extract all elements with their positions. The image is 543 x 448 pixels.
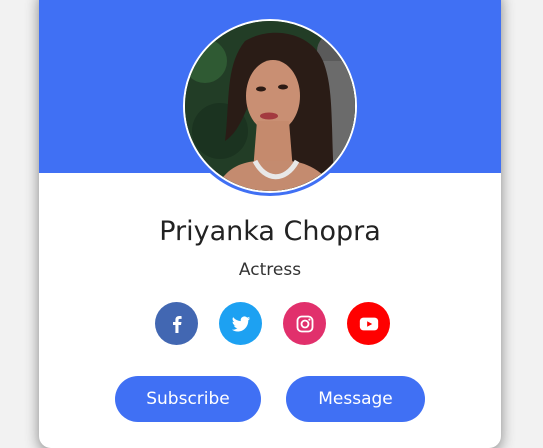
youtube-link[interactable] <box>347 302 390 345</box>
action-buttons: Subscribe Message <box>115 376 425 422</box>
subscribe-button[interactable]: Subscribe <box>115 376 261 422</box>
profile-title: Actress <box>238 260 302 280</box>
instagram-icon <box>296 315 313 332</box>
avatar-photo <box>185 21 355 191</box>
avatar <box>183 19 357 193</box>
profile-card: Priyanka Chopra Actress Subscribe Messag… <box>39 0 501 448</box>
message-button[interactable]: Message <box>286 376 425 422</box>
avatar-ring <box>180 16 360 196</box>
twitter-link[interactable] <box>219 302 262 345</box>
twitter-icon <box>231 315 250 331</box>
social-links <box>155 302 390 345</box>
youtube-icon <box>359 317 378 330</box>
facebook-icon <box>172 315 182 333</box>
facebook-link[interactable] <box>155 302 198 345</box>
instagram-link[interactable] <box>283 302 326 345</box>
profile-name: Priyanka Chopra <box>159 216 381 247</box>
